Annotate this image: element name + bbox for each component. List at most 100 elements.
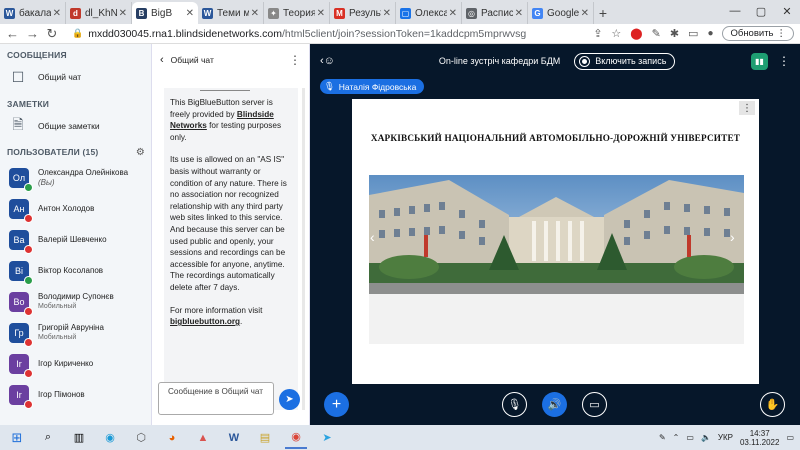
- pen-icon[interactable]: ✎: [659, 433, 666, 442]
- user-name: Олександра Олейнікова (Вы): [38, 167, 129, 187]
- url-field[interactable]: 🔒 mxdd030045.rna1.blindsidenetworks.com/…: [72, 28, 526, 40]
- bookmark-star-icon[interactable]: ☆: [611, 27, 621, 40]
- share-icon[interactable]: ⇪: [593, 27, 602, 40]
- close-window-icon[interactable]: ✕: [774, 0, 800, 22]
- new-tab-icon[interactable]: +: [594, 2, 612, 24]
- user-item[interactable]: Ва Валерій Шевченко: [0, 224, 151, 255]
- browser-tab[interactable]: M Результ✕: [330, 2, 396, 24]
- clock[interactable]: 14:37 03.11.2022: [740, 429, 779, 447]
- extension-icon[interactable]: ✎: [652, 27, 661, 40]
- network-icon[interactable]: ▭: [686, 433, 694, 442]
- scroll-hint-divider: [200, 90, 250, 91]
- prev-slide-icon[interactable]: ‹: [370, 229, 375, 245]
- shared-notes-item[interactable]: 🗎 Общие заметки: [0, 112, 151, 140]
- connection-status-icon[interactable]: ▮▮: [751, 52, 768, 70]
- actions-plus-button[interactable]: +: [324, 392, 349, 417]
- user-item[interactable]: Гр Григорій Авруніна Мобильный: [0, 317, 151, 348]
- user-item[interactable]: Ir Ігор Кириченко: [0, 348, 151, 379]
- presentation-slide: ⋮ ХАРКІВСЬКИЙ НАЦІОНАЛЬНИЙ АВТОМОБІЛЬНО-…: [352, 99, 759, 384]
- user-item[interactable]: Ві Віктор Косолапов: [0, 255, 151, 286]
- raise-hand-button[interactable]: ✋: [760, 392, 785, 417]
- chevron-left-icon[interactable]: ‹: [160, 54, 164, 66]
- maximize-icon[interactable]: ▢: [748, 0, 774, 22]
- browser-tab-strip: Wбакала✕ddl_KhNA✕BBigB✕WТеми м✕✦Теория✕M…: [0, 0, 800, 24]
- browser-tab[interactable]: Wбакала ✕: [0, 2, 66, 24]
- close-tab-icon[interactable]: ✕: [449, 8, 457, 19]
- bigbluebutton-link[interactable]: bigbluebutton.org: [170, 317, 240, 326]
- gear-icon[interactable]: ⚙: [136, 147, 145, 158]
- chat-options-icon[interactable]: ⋮: [289, 53, 301, 67]
- notes-heading: ЗАМЕТКИ: [7, 99, 50, 109]
- record-icon: [579, 55, 591, 67]
- lock-icon: 🔒: [72, 28, 84, 38]
- send-button[interactable]: ➤: [279, 389, 300, 410]
- browser-tab[interactable]: W Теми м ✕: [198, 2, 264, 24]
- reload-icon[interactable]: ↻: [46, 26, 58, 42]
- avatar: Ан: [9, 198, 33, 223]
- slide-options-icon[interactable]: ⋮: [739, 101, 755, 115]
- word-icon[interactable]: W: [223, 427, 245, 449]
- opera-extension-icon[interactable]: ⬤: [630, 27, 642, 40]
- files-icon[interactable]: ▤: [254, 427, 276, 449]
- matlab-icon[interactable]: ▲: [192, 427, 214, 449]
- close-tab-icon[interactable]: ✕: [515, 8, 523, 19]
- browser-tab[interactable]: d dl_KhNA✕: [66, 2, 132, 24]
- chevron-up-icon[interactable]: ⌃: [673, 433, 680, 442]
- user-item[interactable]: Ол Олександра Олейнікова (Вы): [0, 162, 151, 193]
- record-button[interactable]: Включить запись: [574, 52, 676, 70]
- meeting-options-icon[interactable]: ⋮: [778, 54, 790, 68]
- user-item[interactable]: Ir Ігор Пімонов: [0, 379, 151, 410]
- user-item[interactable]: Ан Антон Холодов: [0, 193, 151, 224]
- browser-tab[interactable]: ✦ Теория ✕: [264, 2, 330, 24]
- task-view-icon[interactable]: ▥: [68, 427, 90, 449]
- close-tab-icon[interactable]: ✕: [317, 8, 325, 19]
- browser-tab[interactable]: G Google ✕: [528, 2, 594, 24]
- next-slide-icon[interactable]: ›: [730, 229, 735, 245]
- telegram-icon[interactable]: ➤: [316, 427, 338, 449]
- browser-tab[interactable]: B BigB ✕: [132, 2, 198, 24]
- chat-message-input[interactable]: Сообщение в Общий чат: [158, 382, 274, 415]
- chat-scrollbar[interactable]: [302, 88, 305, 410]
- notifications-icon[interactable]: ▭: [786, 433, 794, 442]
- windows-start-icon[interactable]: ⊞: [6, 427, 28, 449]
- sidebar-toggle-icon[interactable]: ▭: [688, 27, 698, 40]
- url-path: /html5client/join?sessionToken=1kaddcpm5…: [282, 27, 527, 40]
- close-tab-icon[interactable]: ✕: [186, 8, 194, 19]
- public-chat-item[interactable]: ☐ Общий чат: [0, 63, 151, 91]
- close-tab-icon[interactable]: ✕: [581, 8, 589, 19]
- user-list-toggle-icon[interactable]: ‹☺: [320, 55, 335, 67]
- renew-button[interactable]: Обновить ⋮: [722, 26, 794, 41]
- meeting-title: On-line зустріч кафедри БДМ: [438, 56, 561, 66]
- edge-icon[interactable]: ◉: [99, 427, 121, 449]
- close-tab-icon[interactable]: ✕: [251, 8, 259, 19]
- mute-button[interactable]: 🎙: [502, 392, 527, 417]
- forward-icon[interactable]: →: [26, 26, 39, 41]
- tab-favicon-icon: ▢: [400, 7, 411, 19]
- tab-title: dl_KhNA: [85, 7, 117, 19]
- tab-title: Теми м: [217, 7, 249, 19]
- user-item[interactable]: Во Володимир Супонєв Мобильный: [0, 286, 151, 317]
- keyboard-language[interactable]: УКР: [718, 433, 733, 442]
- close-tab-icon[interactable]: ✕: [119, 8, 127, 19]
- user-list-panel: СООБЩЕНИЯ ☐ Общий чат ЗАМЕТКИ 🗎 Общие за…: [0, 44, 152, 425]
- close-tab-icon[interactable]: ✕: [383, 8, 391, 19]
- mic-status-icon: [24, 213, 33, 223]
- firefox-icon[interactable]: ◕: [161, 427, 183, 449]
- close-tab-icon[interactable]: ✕: [53, 8, 61, 19]
- app-icon[interactable]: ⬡: [130, 427, 152, 449]
- chat-panel: ‹ Общий чат ⋮ This BigBlueButton server …: [152, 44, 310, 425]
- search-icon[interactable]: ⌕: [37, 427, 59, 449]
- audio-button[interactable]: 🔊: [542, 392, 567, 417]
- volume-icon[interactable]: 🔈: [701, 433, 711, 442]
- camera-button[interactable]: ▭: [582, 392, 607, 417]
- browser-tab[interactable]: ▢ Олексан✕: [396, 2, 462, 24]
- chrome-icon[interactable]: ◉: [285, 427, 307, 449]
- browser-tab[interactable]: ◎ Расписа✕: [462, 2, 528, 24]
- avatar: Ir: [9, 384, 33, 409]
- minimize-icon[interactable]: —: [722, 0, 748, 22]
- profile-avatar[interactable]: ●: [707, 28, 713, 39]
- back-icon[interactable]: ←: [6, 26, 19, 41]
- meeting-controls: + 🎙 🔊 ▭ ✋: [310, 390, 800, 420]
- microphone-muted-icon: 🎙: [507, 399, 522, 411]
- puzzle-icon[interactable]: ✱: [670, 27, 679, 40]
